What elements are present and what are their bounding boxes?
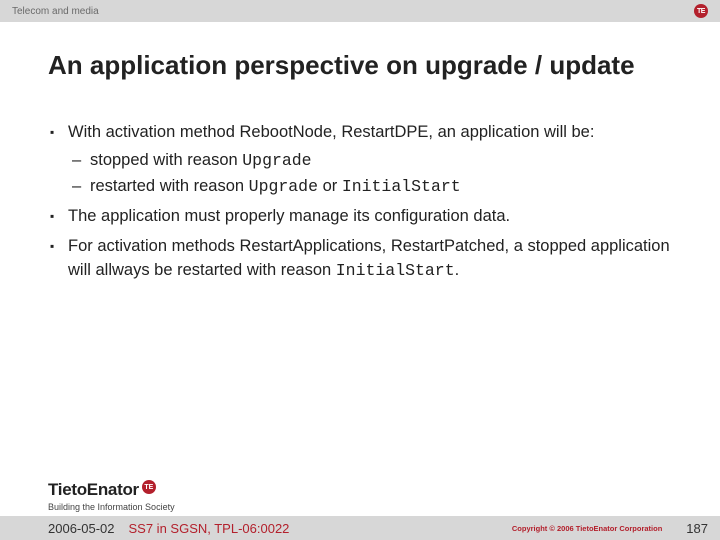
topbar: Telecom and media TE xyxy=(0,0,720,22)
footer-page-number: 187 xyxy=(686,521,708,536)
sub-item: stopped with reason Upgrade xyxy=(68,149,672,173)
title-area: An application perspective on upgrade / … xyxy=(0,22,720,91)
bullet-text: The application must properly manage its… xyxy=(68,207,510,225)
sub-text: or xyxy=(318,177,342,195)
logo-tagline: Building the Information Society xyxy=(0,502,720,516)
bullet-text: With activation method RebootNode, Resta… xyxy=(68,123,594,141)
code-text: InitialStart xyxy=(342,177,461,196)
bullet-list: With activation method RebootNode, Resta… xyxy=(48,121,672,283)
sub-list: stopped with reason Upgrade restarted wi… xyxy=(68,149,672,199)
code-text: InitialStart xyxy=(336,261,455,280)
bullet-text: . xyxy=(455,261,460,279)
footer-date: 2006-05-02 xyxy=(48,521,115,536)
te-badge-icon: TE xyxy=(694,4,708,18)
footer-copyright: Copyright © 2006 TietoEnator Corporation xyxy=(512,524,662,533)
content: With activation method RebootNode, Resta… xyxy=(0,91,720,480)
sub-item: restarted with reason Upgrade or Initial… xyxy=(68,175,672,199)
code-text: Upgrade xyxy=(249,177,318,196)
list-item: The application must properly manage its… xyxy=(48,205,672,229)
slide: Telecom and media TE An application pers… xyxy=(0,0,720,540)
logo-text: TietoEnator xyxy=(48,480,139,500)
sub-text: stopped with reason xyxy=(90,151,242,169)
list-item: For activation methods RestartApplicatio… xyxy=(48,235,672,283)
footer: 2006-05-02 SS7 in SGSN, TPL-06:0022 Copy… xyxy=(0,516,720,540)
page-title: An application perspective on upgrade / … xyxy=(48,50,672,81)
topbar-label: Telecom and media xyxy=(12,6,99,17)
list-item: With activation method RebootNode, Resta… xyxy=(48,121,672,199)
sub-text: restarted with reason xyxy=(90,177,249,195)
logo-dot-icon: TE xyxy=(142,480,156,494)
code-text: Upgrade xyxy=(242,151,311,170)
footer-ref: SS7 in SGSN, TPL-06:0022 xyxy=(129,521,290,536)
